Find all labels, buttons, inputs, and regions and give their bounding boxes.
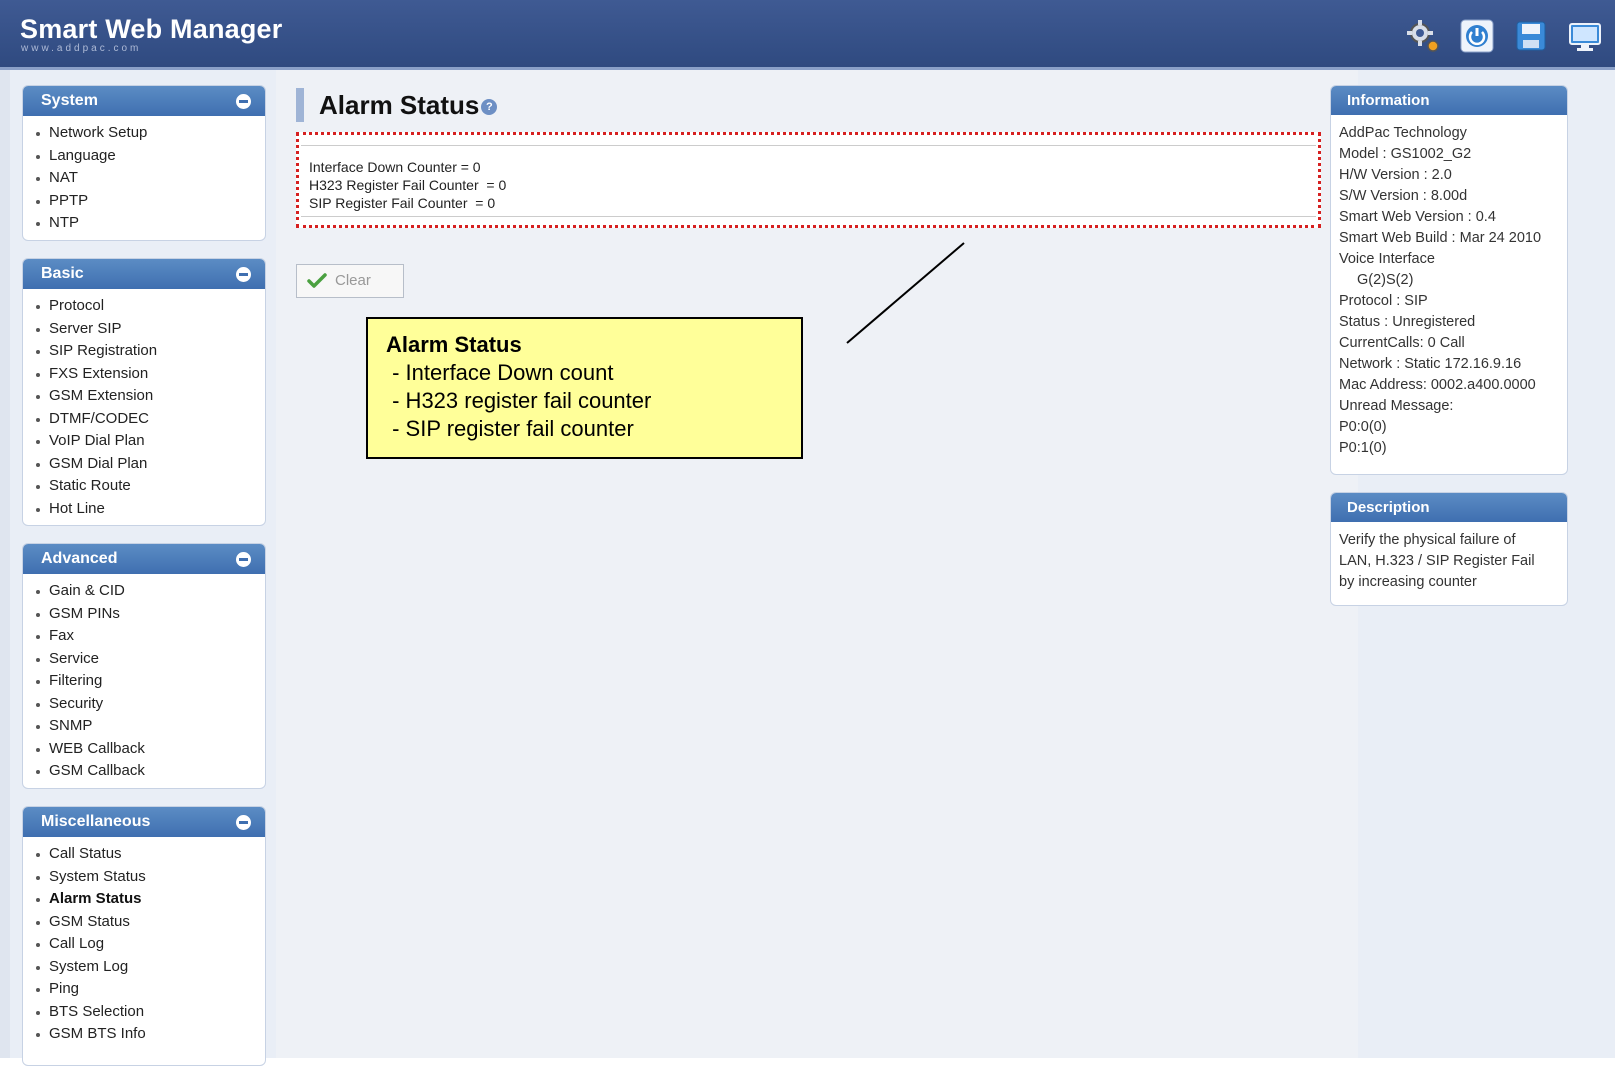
description-title: Description [1331,493,1567,522]
sidebar-item[interactable]: Service [35,648,265,671]
sidebar-item[interactable]: GSM Callback [35,760,265,783]
save-icon[interactable] [1513,18,1549,54]
menu-basic: Basic Protocol Server SIP SIP Registrati… [22,258,266,526]
app-header: Smart Web Manager www.addpac.com [0,0,1615,70]
menu-title: Advanced [41,550,118,567]
info-line: Mac Address: 0002.a400.0000 [1339,377,1536,393]
info-line: Unread Message: [1339,398,1454,414]
sidebar-item[interactable]: GSM Extension [35,385,265,408]
monitor-icon[interactable] [1567,18,1603,54]
sidebar-item[interactable]: GSM PINs [35,603,265,626]
info-line: P0:1(0) [1339,440,1387,456]
info-line: G(2)S(2) [1357,272,1414,288]
sidebar-item[interactable]: GSM Status [35,911,265,934]
sidebar-item[interactable]: Hot Line [35,498,265,521]
sidebar-item[interactable]: WEB Callback [35,738,265,761]
collapse-icon[interactable] [236,815,251,830]
sidebar-item[interactable]: NAT [35,167,265,190]
app-title: Smart Web Manager [20,14,283,44]
callout-item: - SIP register fail counter [386,416,634,441]
menu-miscellaneous: Miscellaneous Call Status System Status … [22,806,266,1066]
sidebar-item[interactable]: Ping [35,978,265,1001]
description-line: Verify the physical failure of [1339,532,1516,548]
status-line: H323 Register Fail Counter = 0 [309,177,507,193]
sidebar-item[interactable]: Filtering [35,670,265,693]
info-line: Status : Unregistered [1339,314,1476,330]
sidebar-item[interactable]: Language [35,145,265,168]
info-line: S/W Version : 8.00d [1339,188,1468,204]
description-line: LAN, H.323 / SIP Register Fail [1339,553,1535,569]
clear-button-label: Clear [335,272,371,289]
info-line: Smart Web Version : 0.4 [1339,209,1496,225]
info-line: Smart Web Build : Mar 24 2010 [1339,230,1542,246]
information-box: Information AddPac Technology Model : GS… [1330,85,1568,475]
check-icon [307,273,327,288]
alarm-status-panel: Interface Down Counter = 0 H323 Register… [296,132,1321,228]
sidebar-item-active[interactable]: Alarm Status [35,888,265,911]
info-line: Protocol : SIP [1339,293,1428,309]
callout-item: - Interface Down count [386,360,614,385]
sidebar-item[interactable]: Network Setup [35,122,265,145]
app-subtitle: www.addpac.com [21,43,142,54]
sidebar-item[interactable]: System Status [35,866,265,889]
menu-title: System [41,92,98,109]
status-line: SIP Register Fail Counter = 0 [309,195,496,211]
sidebar-item[interactable]: Security [35,693,265,716]
callout-title: Alarm Status [386,332,522,357]
sidebar-item[interactable]: System Log [35,956,265,979]
info-line: P0:0(0) [1339,419,1387,435]
callout-item: - H323 register fail counter [386,388,652,413]
help-icon[interactable]: ? [481,99,498,116]
main-content: Alarm Status? Interface Down Counter = 0… [276,70,1358,1058]
sidebar-item[interactable]: Fax [35,625,265,648]
sidebar-item[interactable]: GSM Dial Plan [35,453,265,476]
info-line: CurrentCalls: 0 Call [1339,335,1465,351]
menu-header-system[interactable]: System [23,86,265,116]
title-accent [296,88,304,122]
settings-icon[interactable] [1405,18,1441,54]
menu-header-miscellaneous[interactable]: Miscellaneous [23,807,265,837]
info-line: Model : GS1002_G2 [1339,146,1472,162]
menu-header-basic[interactable]: Basic [23,259,265,289]
sidebar-item[interactable]: PPTP [35,190,265,213]
sidebar-item[interactable]: FXS Extension [35,363,265,386]
status-line: Interface Down Counter = 0 [309,159,481,175]
description-box: Description Verify the physical failure … [1330,492,1568,606]
sidebar-item[interactable]: GSM BTS Info [35,1023,265,1046]
menu-system: System Network Setup Language NAT PPTP N… [22,85,266,241]
collapse-icon[interactable] [236,94,251,109]
page-title-text: Alarm Status [319,90,480,120]
menu-title: Basic [41,265,84,282]
sidebar-item[interactable]: DTMF/CODEC [35,408,265,431]
sidebar-item[interactable]: SIP Registration [35,340,265,363]
collapse-icon[interactable] [236,267,251,282]
sidebar-item[interactable]: Static Route [35,475,265,498]
collapse-icon[interactable] [236,552,251,567]
menu-header-advanced[interactable]: Advanced [23,544,265,574]
description-line: by increasing counter [1339,574,1477,590]
info-line: Network : Static 172.16.9.16 [1339,356,1522,372]
info-line: AddPac Technology [1339,125,1467,141]
menu-title: Miscellaneous [41,813,151,830]
info-line: H/W Version : 2.0 [1339,167,1452,183]
sidebar-item[interactable]: VoIP Dial Plan [35,430,265,453]
sidebar-item[interactable]: Protocol [35,295,265,318]
menu-advanced: Advanced Gain & CID GSM PINs Fax Service… [22,543,266,789]
sidebar-item[interactable]: Call Log [35,933,265,956]
sidebar-item[interactable]: SNMP [35,715,265,738]
sidebar-item[interactable]: BTS Selection [35,1001,265,1024]
information-title: Information [1331,86,1567,115]
info-line: Voice Interface [1339,251,1435,267]
callout-annotation: Alarm Status - Interface Down count - H3… [366,317,803,459]
page-title: Alarm Status? [319,90,498,121]
sidebar-item[interactable]: NTP [35,212,265,235]
sidebar-item[interactable]: Server SIP [35,318,265,341]
power-icon[interactable] [1459,18,1495,54]
sidebar-item[interactable]: Gain & CID [35,580,265,603]
clear-button[interactable]: Clear [296,264,404,298]
left-frame [0,70,10,1058]
sidebar-item[interactable]: Call Status [35,843,265,866]
